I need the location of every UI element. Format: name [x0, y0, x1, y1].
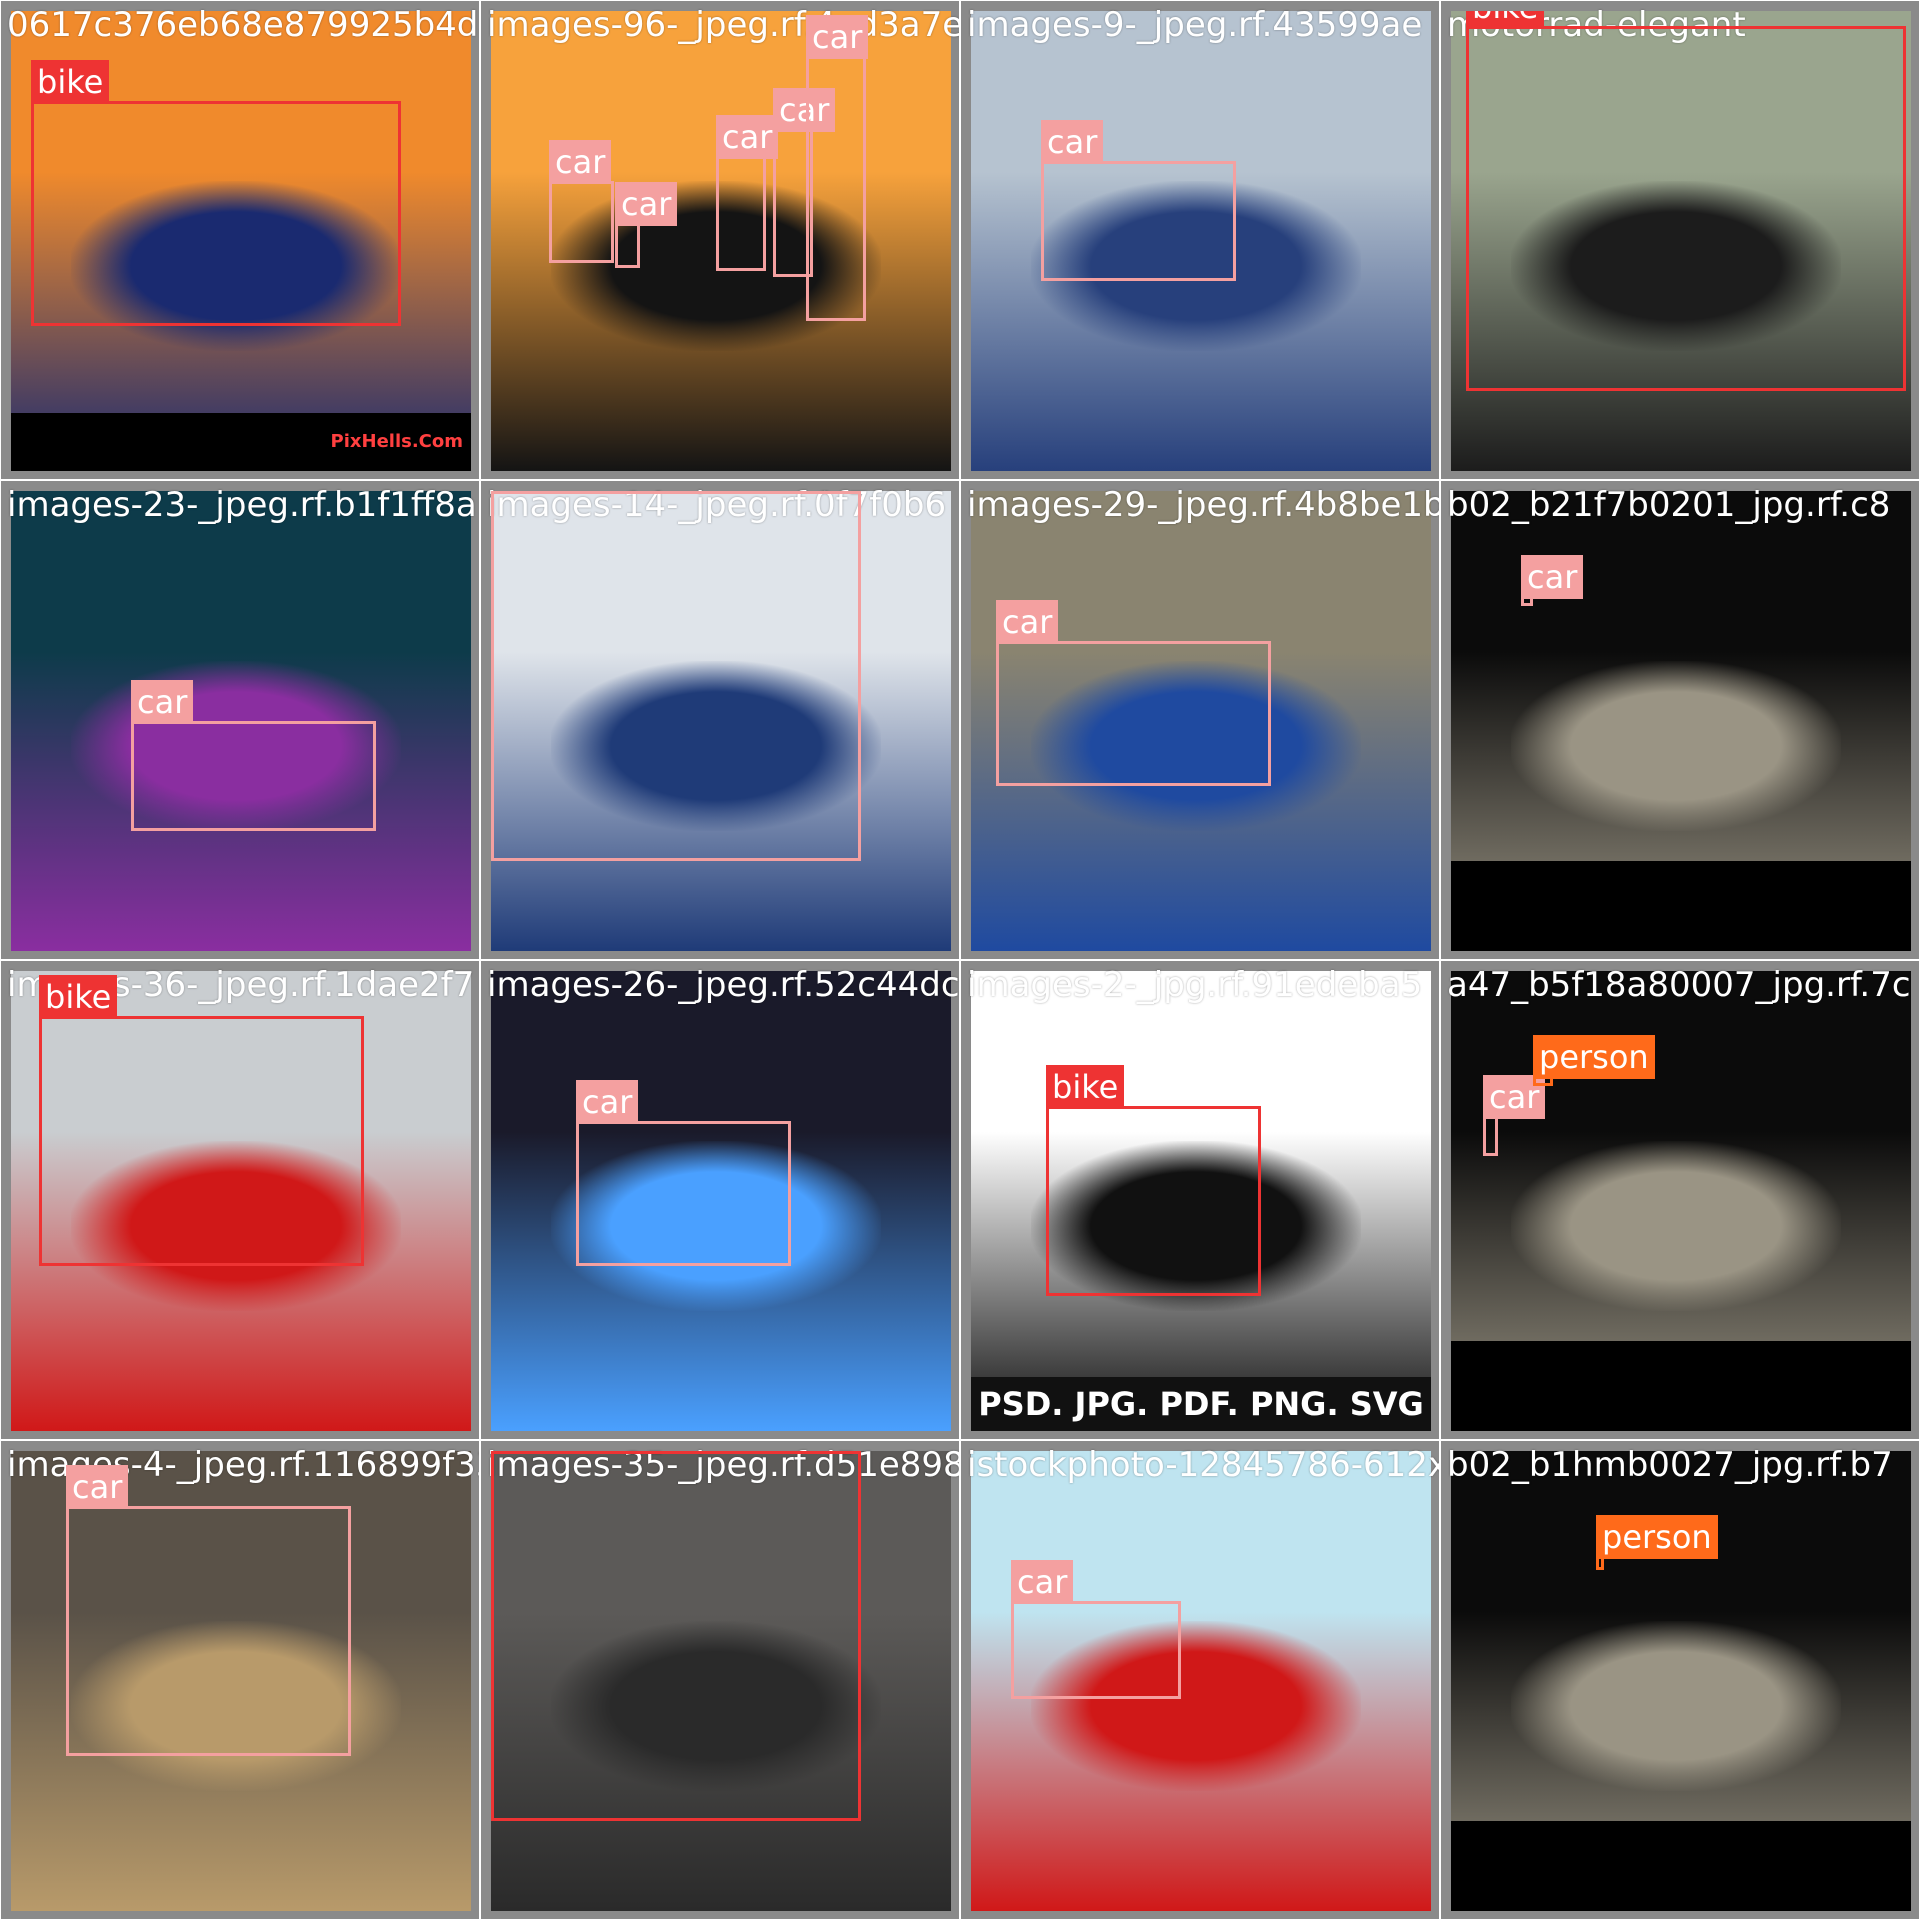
detection-box-car: car [996, 600, 1271, 786]
tile-photo: car [491, 971, 951, 1431]
image-tile: car istockphoto-12845786-612x612 [960, 1440, 1440, 1920]
tile-photo: car [11, 491, 471, 951]
detection-label: bike [31, 60, 110, 104]
detection-label: car [576, 1080, 639, 1124]
tile-filename: images-2-_jpg.rf.91edeba5 [967, 965, 1423, 1005]
tile-photo: car [971, 491, 1431, 951]
image-tile: person b02_b1hmb0027_jpg.rf.b7 [1440, 1440, 1920, 1920]
detection-box-car: car [576, 1080, 791, 1266]
tile-photo: bike [491, 1451, 951, 1911]
detection-label: car [131, 680, 194, 724]
scene-subject [1511, 661, 1841, 831]
format-caption: PSD. JPG. PDF. PNG. SVG [971, 1377, 1431, 1431]
detection-label: car [806, 15, 869, 59]
tile-filename: images-96-_jpeg.rf.4ed3a7e [487, 5, 960, 45]
tile-filename: images-26-_jpeg.rf.52c44dc [487, 965, 960, 1005]
image-tile: bike images-36-_jpeg.rf.1dae2f7 [0, 960, 480, 1440]
tile-photo: car car car car car [491, 11, 951, 471]
tile-photo: car [971, 1451, 1431, 1911]
image-tile: car person a47_b5f18a80007_jpg.rf.7c [1440, 960, 1920, 1440]
detection-label: car [1011, 1560, 1074, 1604]
tile-filename: images-23-_jpeg.rf.b1f1ff8a [7, 485, 477, 525]
tile-filename: istockphoto-12845786-612x612 [967, 1445, 1439, 1485]
image-tile: PSD. JPG. PDF. PNG. SVG bike images-2-_jpg… [960, 960, 1440, 1440]
tile-photo: car person [1451, 971, 1911, 1431]
tile-filename: b02_b21f7b0201_jpg.rf.c8 [1447, 485, 1891, 525]
scene-subject [1511, 1141, 1841, 1311]
detection-box-car: car [66, 1465, 351, 1756]
image-tile: car images-4-_jpeg.rf.116899f33 [0, 1440, 480, 1920]
scene-subject [1511, 1621, 1841, 1791]
image-tile: car images-9-_jpeg.rf.43599ae [960, 0, 1440, 480]
tile-filename: 0617c376eb68e879925b4da [7, 5, 480, 45]
tile-filename: b02_b1hmb0027_jpg.rf.b7 [1447, 1445, 1893, 1485]
detection-label: bike [491, 1451, 570, 1454]
detection-box-car: car [1483, 1075, 1546, 1156]
detection-box-bike: bike [1466, 11, 1906, 391]
image-tile: carimages-14-_jpeg.rf.0f7f0b6 [480, 480, 960, 960]
detection-box-car: car [131, 680, 376, 831]
tile-photo: bike [1451, 11, 1911, 471]
detection-box-car: car [806, 15, 869, 321]
detection-label: car [615, 182, 678, 226]
image-tile: car car car car car images-96-_jpeg.rf.4ed3a7… [480, 0, 960, 480]
detection-box-person: person [1533, 1035, 1655, 1086]
image-tile: car images-29-_jpeg.rf.4b8be1b [960, 480, 1440, 960]
detection-box-car: car [1011, 1560, 1181, 1699]
detection-box-car: car [615, 182, 678, 268]
letterbox-bar [1451, 861, 1911, 951]
detection-label: bike [39, 975, 118, 1019]
detection-mosaic: PixHells.Com bike 0617c376eb68e879925b4da c… [0, 0, 1920, 1920]
detection-label: bike [1466, 11, 1545, 29]
tile-filename: images-9-_jpeg.rf.43599ae [967, 5, 1423, 45]
detection-box-car: car [491, 491, 861, 861]
letterbox-bar [1451, 1821, 1911, 1911]
image-tile: bikeimages-35-_jpeg.rf.d51e898e6 [480, 1440, 960, 1920]
detection-box-bike: bike [39, 975, 364, 1266]
detection-box-bike: bike [491, 1451, 861, 1821]
tile-photo: car [11, 1451, 471, 1911]
tile-photo: bike [11, 971, 471, 1431]
image-tile: car images-23-_jpeg.rf.b1f1ff8a [0, 480, 480, 960]
detection-box-car: car [1521, 555, 1584, 606]
tile-photo: PSD. JPG. PDF. PNG. SVG bike [971, 971, 1431, 1431]
detection-label: car [1041, 120, 1104, 164]
tile-photo: person [1451, 1451, 1911, 1911]
detection-box-car: car [1041, 120, 1236, 281]
detection-label: car [996, 600, 1059, 644]
image-tile: bikemotorrad-elegant [1440, 0, 1920, 480]
image-tile: PixHells.Com bike 0617c376eb68e879925b4da [0, 0, 480, 480]
detection-label: car [66, 1465, 129, 1509]
image-tile: car images-26-_jpeg.rf.52c44dc [480, 960, 960, 1440]
detection-box-bike: bike [1046, 1065, 1261, 1296]
detection-box-car: car [549, 140, 614, 263]
letterbox-bar [1451, 1341, 1911, 1431]
tile-filename: images-29-_jpeg.rf.4b8be1b [967, 485, 1440, 525]
detection-label: car [716, 115, 779, 159]
tile-photo: car [491, 491, 951, 951]
image-tile: car b02_b21f7b0201_jpg.rf.c8 [1440, 480, 1920, 960]
detection-label: person [1533, 1035, 1655, 1079]
tile-photo: PixHells.Com bike [11, 11, 471, 471]
detection-label: car [549, 140, 612, 184]
tile-filename: a47_b5f18a80007_jpg.rf.7c [1447, 965, 1911, 1005]
detection-box-bike: bike [31, 60, 401, 326]
detection-label: person [1596, 1515, 1718, 1559]
watermark-logo: PixHells.Com [11, 413, 471, 471]
detection-label: car [491, 491, 554, 494]
tile-photo: car [971, 11, 1431, 471]
detection-box-person: person [1596, 1515, 1718, 1570]
detection-label: car [1521, 555, 1584, 599]
tile-photo: car [1451, 491, 1911, 951]
detection-box-car: car [716, 115, 779, 271]
detection-label: bike [1046, 1065, 1125, 1109]
